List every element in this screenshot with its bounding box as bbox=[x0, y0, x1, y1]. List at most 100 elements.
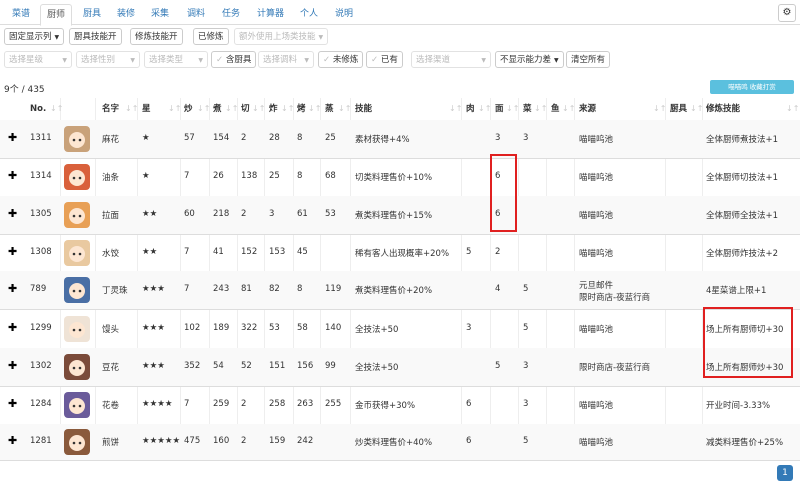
tab-calculator[interactable]: 计算器 bbox=[251, 4, 290, 24]
table-row[interactable]: ✚ 1284 花卷 ★★★★ 7 259 2 258 263 255 金币获得+30% 6 3 喵喵呜池 开… bbox=[0, 386, 800, 425]
col-stirfry[interactable]: 炒 bbox=[184, 98, 193, 120]
hide-diff-dropdown[interactable]: 不显示能力差 ▼ bbox=[495, 51, 564, 68]
tab-recipes[interactable]: 菜谱 bbox=[6, 4, 36, 24]
chef-avatar bbox=[64, 316, 90, 342]
col-steam[interactable]: 蒸 bbox=[325, 98, 334, 120]
table-row[interactable]: ✚ 1299 馒头 ★★★ 102 189 322 53 58 140 全技法+50 3 5 喵喵呜池 场上… bbox=[0, 309, 800, 349]
cell-steam: 99 bbox=[325, 361, 336, 371]
expand-row-icon[interactable]: ✚ bbox=[8, 359, 17, 372]
table-row[interactable]: ✚ 1314 油条 ★ 7 26 138 25 8 68 切类料理售价+10% 6 喵喵呜池 全体厨师切技… bbox=[0, 158, 800, 197]
col-source[interactable]: 来源 bbox=[579, 98, 596, 120]
highlight-box bbox=[703, 307, 793, 378]
fixed-columns-dropdown[interactable]: 固定显示列 ▼ bbox=[4, 28, 65, 45]
cell-skill: 素材获得+4% bbox=[355, 135, 410, 145]
cultivated-toggle[interactable]: 已修炼 bbox=[193, 28, 229, 45]
table-row[interactable]: ✚ 1302 豆花 ★★★ 352 54 52 151 156 99 全技法+50 5 3 限时商店-夜蓝… bbox=[0, 348, 800, 387]
tab-chefs[interactable]: 厨师 bbox=[40, 4, 73, 26]
expand-row-icon[interactable]: ✚ bbox=[8, 321, 17, 334]
equip-skill-toggle[interactable]: 厨具技能开 bbox=[69, 28, 122, 45]
seasoning-filter-placeholder: 选择调料 bbox=[263, 55, 298, 65]
has-equip-checkbox[interactable]: ✓ 含厨具 bbox=[211, 51, 257, 68]
table-row[interactable]: ✚ 1305 拉面 ★★ 60 218 2 3 61 53 煮类料理售价+15% 6 喵喵呜池 全体厨师全… bbox=[0, 196, 800, 235]
table-row[interactable]: ✚ 1311 麻花 ★ 57 154 2 28 8 25 素材获得+4% 3 3 喵喵呜池 全体厨师煮技法+… bbox=[0, 120, 800, 159]
cell-skill: 炒类料理售价+40% bbox=[355, 438, 433, 448]
col-veg[interactable]: 菜 bbox=[523, 98, 532, 120]
extra-equip-dropdown[interactable]: 额外使用上场类技能 ▼ bbox=[234, 28, 329, 45]
cell-stirfry: 57 bbox=[184, 133, 195, 143]
expand-row-icon[interactable]: ✚ bbox=[8, 397, 17, 410]
cell-no: 789 bbox=[30, 284, 47, 294]
expand-row-icon[interactable]: ✚ bbox=[8, 434, 17, 447]
col-bake[interactable]: 烤 bbox=[297, 98, 306, 120]
gender-filter-select[interactable]: 选择性别 ▼ bbox=[76, 51, 140, 68]
expand-row-icon[interactable]: ✚ bbox=[8, 207, 17, 220]
source-filter-select[interactable]: 选择渠道 ▼ bbox=[411, 51, 491, 68]
cell-veg: 3 bbox=[523, 133, 529, 143]
sort-icon: ↓↑ bbox=[308, 104, 322, 113]
ultimate-skill-toggle[interactable]: 修炼技能开 bbox=[130, 28, 183, 45]
cell-bake: 8 bbox=[297, 133, 303, 143]
col-skill[interactable]: 技能 bbox=[355, 98, 372, 120]
sort-icon: ↓↑ bbox=[653, 104, 667, 113]
sort-icon: ↓↑ bbox=[225, 104, 239, 113]
col-boil[interactable]: 煮 bbox=[213, 98, 222, 120]
col-flour[interactable]: 面 bbox=[495, 98, 504, 120]
table-row[interactable]: ✚ 1308 水饺 ★★ 7 41 152 153 45 稀有客人出现概率+20% 5 2 喵喵呜池 全体… bbox=[0, 234, 800, 272]
tab-seasoning[interactable]: 调料 bbox=[181, 4, 211, 24]
cell-star: ★★ bbox=[142, 247, 158, 257]
pagination-page[interactable]: 1 bbox=[777, 465, 793, 481]
type-filter-select[interactable]: 选择类型 ▼ bbox=[144, 51, 208, 68]
cell-no: 1308 bbox=[30, 247, 52, 257]
cell-source: 喵喵呜池 bbox=[579, 173, 614, 183]
expand-row-icon[interactable]: ✚ bbox=[8, 282, 17, 295]
col-fry[interactable]: 炸 bbox=[269, 98, 278, 120]
sort-icon: ↓↑ bbox=[786, 104, 800, 113]
cell-steam: 119 bbox=[325, 284, 342, 294]
cell-fry: 3 bbox=[269, 209, 275, 219]
cell-name: 豆花 bbox=[102, 363, 120, 373]
cell-stirfry: 7 bbox=[184, 171, 190, 181]
sort-icon: ↓↑ bbox=[449, 104, 463, 113]
tab-tasks[interactable]: 任务 bbox=[216, 4, 246, 24]
col-ultimate[interactable]: 修炼技能 bbox=[706, 98, 740, 120]
tab-personal[interactable]: 个人 bbox=[294, 4, 324, 24]
tab-equipment[interactable]: 厨具 bbox=[77, 4, 107, 24]
tab-decoration[interactable]: 装修 bbox=[111, 4, 141, 24]
cell-bake: 58 bbox=[297, 323, 308, 333]
donate-tooltip[interactable]: 喵喵鸣 收藏打赏 bbox=[710, 80, 794, 94]
gear-icon[interactable]: ⚙ bbox=[778, 4, 796, 22]
cell-skill: 稀有客人出现概率+20% bbox=[355, 249, 450, 259]
col-knife[interactable]: 切 bbox=[241, 98, 250, 120]
cell-star: ★★★ bbox=[142, 284, 165, 294]
expand-row-icon[interactable]: ✚ bbox=[8, 169, 17, 182]
tab-gathering[interactable]: 采集 bbox=[145, 4, 175, 24]
col-name[interactable]: 名字 bbox=[102, 98, 119, 120]
table-row[interactable]: ✚ 1281 煎饼 ★★★★★ 475 160 2 159 242 炒类料理售价+40% 6 5 喵喵呜… bbox=[0, 424, 800, 461]
check-icon: ✓ bbox=[323, 55, 331, 65]
expand-row-icon[interactable]: ✚ bbox=[8, 245, 17, 258]
col-equip[interactable]: 厨具 bbox=[670, 98, 687, 120]
table-row[interactable]: ✚ 789 丁灵珠 ★★★ 7 243 81 82 8 119 煮类料理售价+20% 4 5 元旦邮件 限时… bbox=[0, 271, 800, 310]
col-meat[interactable]: 肉 bbox=[466, 98, 475, 120]
expand-row-icon[interactable]: ✚ bbox=[8, 131, 17, 144]
caret-down-icon: ▼ bbox=[481, 57, 486, 64]
seasoning-filter-select[interactable]: 选择调料 ▼ bbox=[258, 51, 314, 68]
cell-flour: 4 bbox=[495, 284, 501, 294]
cell-name: 麻花 bbox=[102, 135, 120, 145]
caret-down-icon: ▼ bbox=[130, 57, 135, 64]
not-cultivated-checkbox[interactable]: ✓ 未修炼 bbox=[318, 51, 364, 68]
col-star[interactable]: 星 bbox=[142, 98, 151, 120]
fixed-columns-label: 固定显示列 bbox=[9, 32, 52, 42]
owned-checkbox[interactable]: ✓ 已有 bbox=[366, 51, 403, 68]
cell-knife: 52 bbox=[241, 361, 252, 371]
clear-all-button[interactable]: 清空所有 bbox=[566, 51, 611, 68]
col-no[interactable]: No. bbox=[30, 98, 46, 120]
col-fish[interactable]: 鱼 bbox=[551, 98, 560, 120]
cell-flour: 5 bbox=[495, 361, 501, 371]
cell-bake: 242 bbox=[297, 436, 314, 446]
cell-veg: 5 bbox=[523, 323, 529, 333]
cell-fry: 153 bbox=[269, 247, 286, 257]
chef-avatar bbox=[64, 392, 90, 418]
star-filter-select[interactable]: 选择星级 ▼ bbox=[4, 51, 72, 68]
tab-help[interactable]: 说明 bbox=[329, 4, 359, 24]
